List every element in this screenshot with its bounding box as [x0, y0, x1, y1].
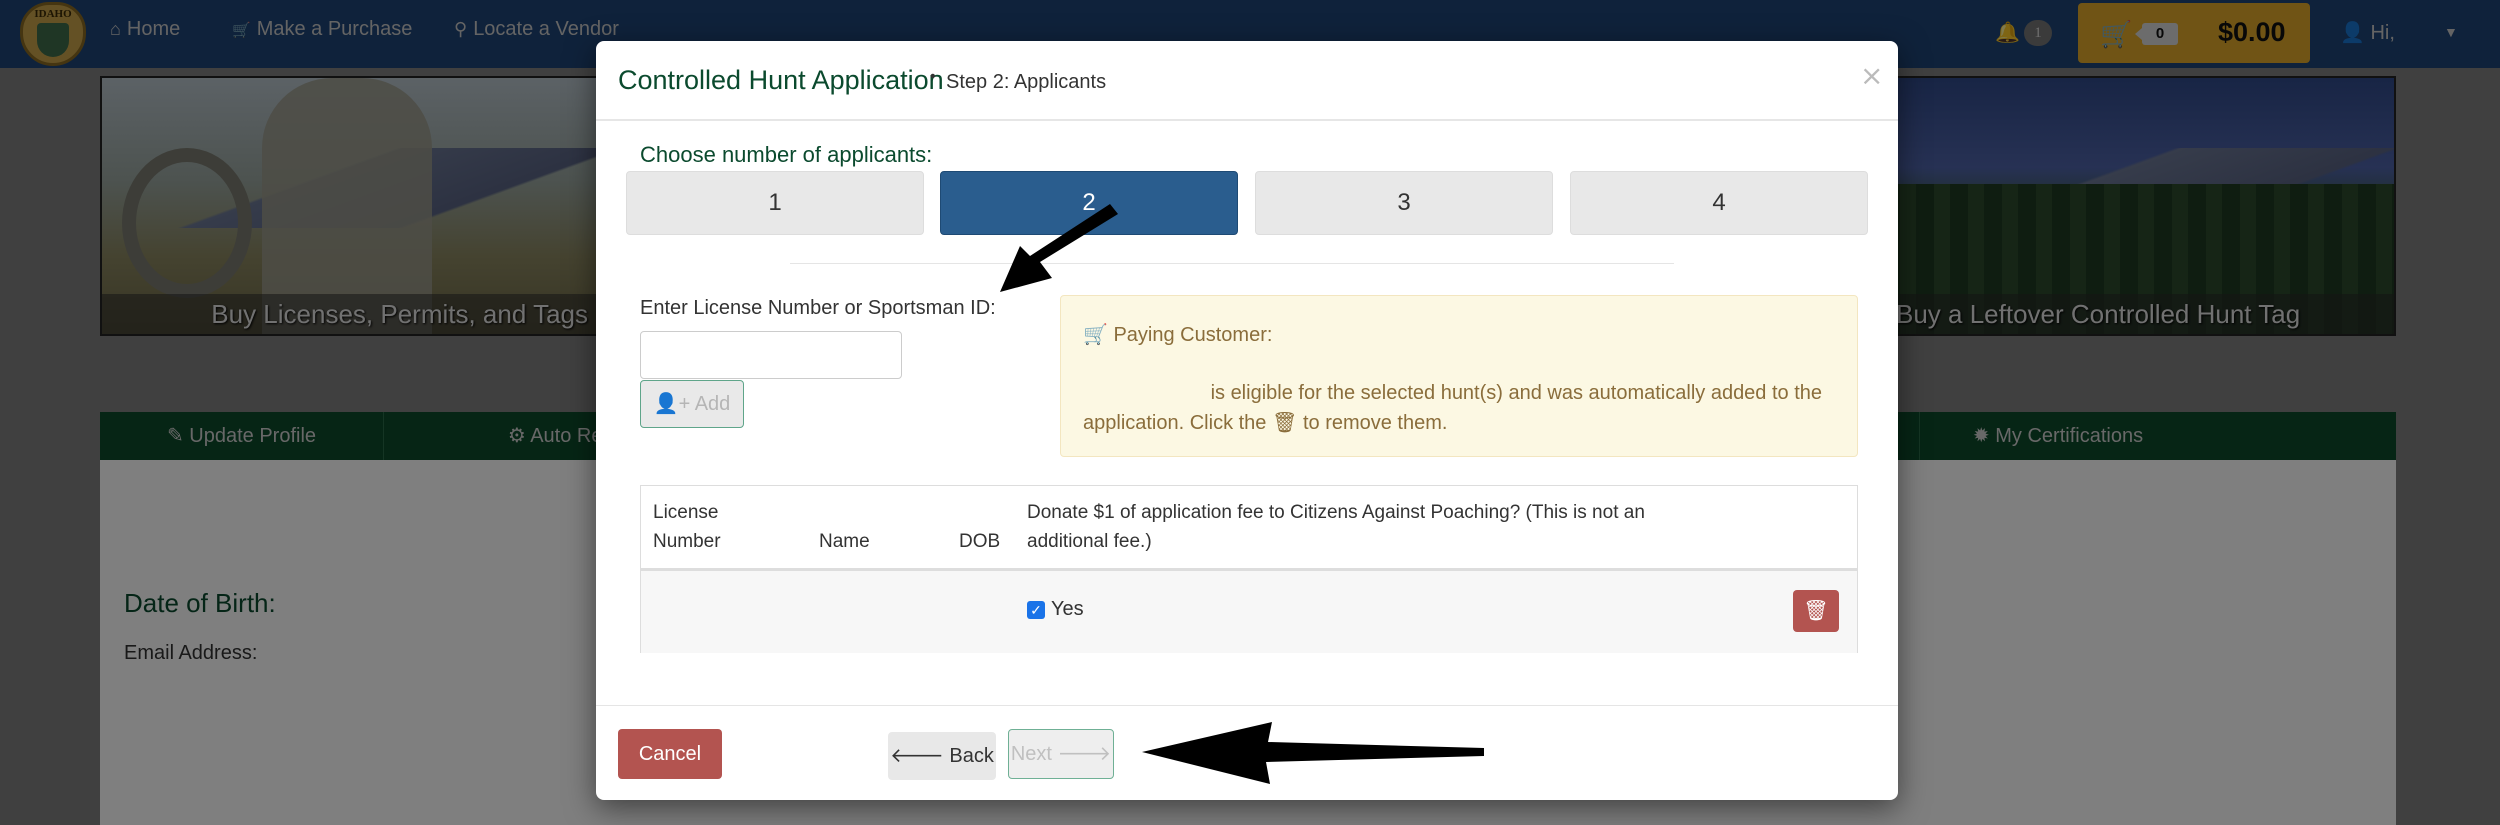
user-plus-icon: 👤+: [653, 393, 691, 415]
cancel-button[interactable]: Cancel: [618, 729, 722, 779]
alert-title: Paying Customer:: [1113, 324, 1273, 346]
donate-yes-label: Yes: [1051, 598, 1084, 620]
add-applicant-button[interactable]: 👤+ Add: [640, 380, 744, 428]
license-number-input[interactable]: [640, 331, 902, 379]
back-button[interactable]: 🡐 Back: [888, 732, 996, 780]
divider: [790, 263, 1674, 264]
footer-divider: [596, 705, 1898, 706]
applicants-table: License Number Name DOB Donate $1 of app…: [640, 485, 1858, 653]
choose-applicants-label: Choose number of applicants:: [640, 142, 933, 167]
next-button[interactable]: Next 🡒: [1008, 729, 1114, 779]
applicant-count-4-button[interactable]: 4: [1570, 171, 1868, 235]
column-header-name: Name: [819, 531, 870, 552]
arrow-left-icon: 🡐: [890, 745, 944, 767]
paying-customer-alert: 🛒 Paying Customer: is eligible for the s…: [1060, 295, 1858, 457]
applicant-count-3-button[interactable]: 3: [1255, 171, 1553, 235]
title-separator: •: [930, 68, 936, 85]
controlled-hunt-modal: Controlled Hunt Application • Step 2: Ap…: [596, 41, 1898, 800]
applicant-count-1-button[interactable]: 1: [626, 171, 924, 235]
cart-icon: 🛒: [1083, 324, 1108, 346]
donate-checkbox[interactable]: ✓: [1027, 601, 1045, 619]
table-row: ✓ Yes 🗑: [641, 571, 1857, 653]
close-icon[interactable]: ×: [1860, 59, 1883, 92]
remove-applicant-button[interactable]: 🗑: [1793, 590, 1839, 632]
column-header-license-number: License Number: [653, 502, 721, 552]
modal-title: Controlled Hunt Application: [618, 65, 944, 95]
arrow-right-icon: 🡒: [1057, 743, 1112, 765]
license-number-label: Enter License Number or Sportsman ID:: [640, 297, 996, 319]
modal-header: Controlled Hunt Application • Step 2: Ap…: [596, 41, 1898, 121]
column-header-dob: DOB: [959, 531, 1001, 552]
applicant-count-2-button[interactable]: 2: [940, 171, 1238, 235]
column-header-donate: Donate $1 of application fee to Citizens…: [1027, 502, 1645, 552]
modal-step: Step 2: Applicants: [946, 71, 1107, 93]
trash-icon: 🗑: [1803, 600, 1829, 622]
trash-icon: 🗑: [1272, 412, 1298, 434]
